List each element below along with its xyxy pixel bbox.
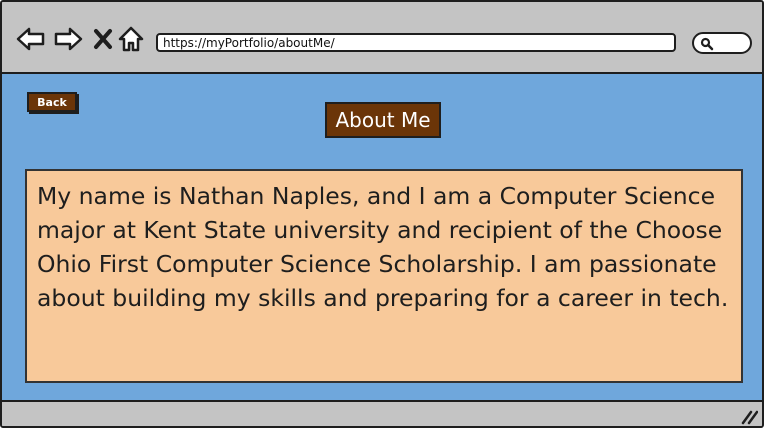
browser-stop-button[interactable] (88, 24, 118, 54)
arrow-right-icon (54, 27, 83, 51)
page-content: Back About Me My name is Nathan Naples, … (2, 74, 762, 400)
browser-status-bar (2, 400, 762, 426)
search-icon (700, 37, 714, 51)
home-icon (118, 26, 144, 52)
browser-home-button[interactable] (116, 24, 146, 54)
browser-forward-button[interactable] (53, 24, 83, 54)
bio-panel: My name is Nathan Naples, and I am a Com… (25, 169, 743, 383)
back-button[interactable]: Back (27, 92, 77, 112)
url-text: https://myPortfolio/aboutMe/ (163, 35, 335, 50)
browser-back-button[interactable] (16, 24, 46, 54)
browser-window: https://myPortfolio/aboutMe/ Back About … (0, 0, 764, 428)
close-icon (94, 29, 112, 49)
page-title: About Me (325, 102, 441, 138)
address-bar[interactable]: https://myPortfolio/aboutMe/ (156, 33, 676, 52)
arrow-left-icon (16, 27, 45, 51)
bio-text: My name is Nathan Naples, and I am a Com… (37, 182, 729, 312)
browser-toolbar: https://myPortfolio/aboutMe/ (2, 2, 762, 74)
resize-grip-icon[interactable] (740, 409, 758, 425)
browser-search-box[interactable] (692, 32, 752, 54)
